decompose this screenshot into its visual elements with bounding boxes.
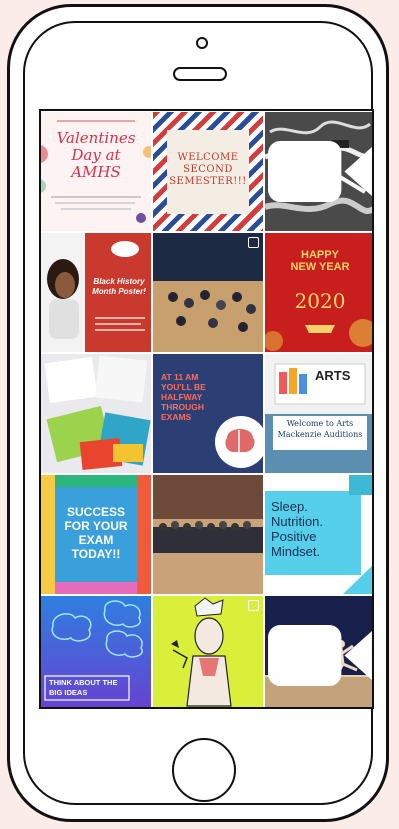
post-tile[interactable]: Sleep. Nutrition. Positive Mindset. [265, 475, 372, 594]
post-tile[interactable]: AT 11 AM YOU'LL BE HALFWAY THROUGH EXAMS [153, 354, 263, 473]
video-camera-icon [268, 140, 372, 203]
post-caption: THINK ABOUT THE BIG IDEAS [49, 678, 118, 697]
post-tile[interactable]: THINK ABOUT THE BIG IDEAS [41, 596, 151, 707]
post-caption: HAPPY [301, 249, 339, 261]
multiple-posts-icon [248, 237, 259, 248]
post-tile[interactable] [265, 112, 372, 231]
earpiece-speaker [173, 67, 227, 81]
post-tile[interactable]: SUCCESS FOR YOUR EXAM TODAY!! [41, 475, 151, 594]
post-tile[interactable]: Black History Month Poster! [41, 233, 151, 352]
phone-screen: Valentines Day at AMHS WELCOME SECOND SE… [39, 109, 374, 709]
home-button[interactable] [172, 738, 236, 802]
post-tile[interactable] [265, 596, 372, 707]
post-tile[interactable]: HAPPY NEW YEAR 2020 [265, 233, 372, 352]
post-tile[interactable]: WELCOME SECOND SEMESTER!!! [153, 112, 263, 231]
front-camera-icon [196, 37, 208, 49]
post-year: 2020 [294, 289, 346, 313]
post-grid: Valentines Day at AMHS WELCOME SECOND SE… [41, 111, 372, 707]
post-caption: Sleep. Nutrition. Positive Mindset. [271, 499, 324, 559]
post-caption: Black History Month Poster! [92, 277, 146, 296]
post-caption: Welcome to Arts Mackenzie Auditions [277, 419, 363, 439]
post-caption: WELCOME SECOND SEMESTER!!! [169, 152, 247, 187]
multiple-posts-icon [248, 600, 259, 611]
post-caption: SUCCESS FOR YOUR EXAM TODAY!! [64, 505, 128, 561]
post-caption: AT 11 AM YOU'LL BE HALFWAY THROUGH EXAMS [161, 372, 206, 422]
post-tile[interactable] [153, 596, 263, 707]
post-caption: NEW YEAR [290, 261, 350, 273]
post-tile[interactable]: Valentines Day at AMHS [41, 112, 151, 231]
post-tile[interactable] [153, 233, 263, 352]
post-caption: Valentines Day at AMHS [56, 129, 136, 181]
post-tile[interactable] [153, 475, 263, 594]
post-tile[interactable]: ARTS Welcome to Arts Mackenzie Auditions [265, 354, 372, 473]
post-tile[interactable] [41, 354, 151, 473]
video-camera-icon [268, 624, 372, 687]
post-caption: ARTS [315, 368, 351, 383]
